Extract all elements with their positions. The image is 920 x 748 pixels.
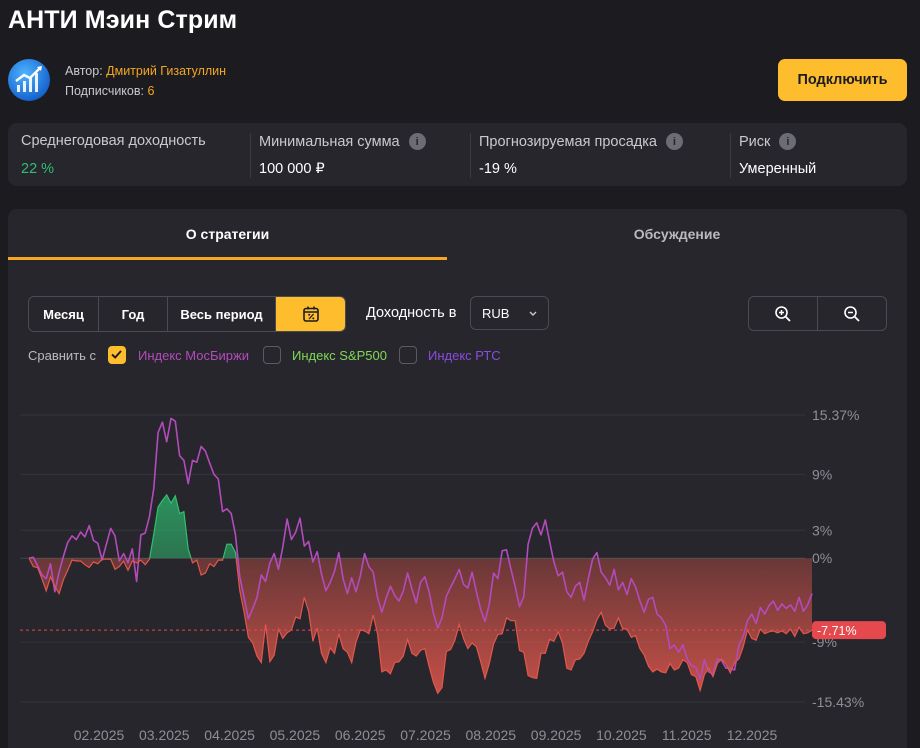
subscribers-label: Подписчиков: (65, 84, 148, 98)
x-tick-label: 06.2025 (335, 727, 386, 743)
compare-sp500-label[interactable]: Индекс S&P500 (292, 348, 387, 363)
stat-label: Прогнозируемая просадка i (479, 133, 683, 150)
zoom-in-button[interactable] (749, 297, 818, 330)
stat-label: Минимальная сумма i (259, 133, 426, 150)
period-all-button[interactable]: Весь период (168, 297, 276, 331)
stats-bar: Среднегодовая доходность 22 % Минимальна… (8, 123, 907, 186)
stat-divider (250, 133, 251, 178)
x-tick-label: 03.2025 (139, 727, 190, 743)
currency-value: RUB (482, 305, 510, 321)
author-label: Автор: (65, 64, 107, 78)
period-month-button[interactable]: Месяц (29, 297, 99, 331)
check-icon (111, 350, 122, 359)
current-value-label: -7.71% (817, 624, 857, 638)
compare-sp500-checkbox[interactable] (263, 346, 281, 364)
yield-currency-label: Доходность в (366, 305, 457, 321)
tab-discussion[interactable]: Обсуждение (447, 209, 907, 259)
compare-moex-checkbox[interactable] (108, 346, 126, 364)
performance-chart[interactable]: 15.37%9%3%0%-9%-15.43%02.2025 03.2025 04.2… (8, 380, 907, 748)
active-tab-indicator (8, 257, 447, 260)
y-tick-label: -15.43% (812, 694, 864, 710)
info-icon[interactable]: i (665, 133, 683, 150)
x-tick-label: 07.2025 (400, 727, 451, 743)
y-tick-label: 3% (812, 522, 832, 538)
period-year-button[interactable]: Год (99, 297, 168, 331)
stat-avg-yield: Среднегодовая доходность 22 % (8, 123, 250, 186)
custom-period-button[interactable] (276, 297, 345, 331)
x-tick-label: 12.2025 (727, 727, 778, 743)
author-line: Автор: Дмитрий Гизатуллин (65, 64, 226, 78)
strategy-panel: О стратегии Обсуждение Месяц Год Весь пе… (8, 209, 907, 748)
currency-select[interactable]: RUB (470, 296, 549, 330)
x-tick-label: 09.2025 (531, 727, 582, 743)
stat-label-text: Риск (739, 133, 771, 150)
x-tick-label: 11.2025 (662, 727, 712, 743)
info-icon[interactable]: i (779, 133, 797, 150)
stat-label: Среднегодовая доходность (21, 133, 206, 149)
x-tick-label: 10.2025 (596, 727, 647, 743)
info-icon[interactable]: i (408, 133, 426, 150)
subscribers-line: Подписчиков: 6 (65, 84, 154, 98)
stat-drawdown: Прогнозируемая просадка i -19 % (470, 123, 730, 186)
strategy-loss-area (29, 558, 812, 694)
stat-value: 100 000 ₽ (259, 161, 325, 177)
growth-chart-icon (15, 66, 42, 92)
stat-label-text: Прогнозируемая просадка (479, 133, 657, 150)
y-tick-label: 0% (812, 550, 832, 566)
compare-moex-label[interactable]: Индекс МосБиржи (138, 348, 249, 363)
tab-about[interactable]: О стратегии (8, 209, 447, 259)
chevron-down-icon (529, 311, 537, 316)
zoom-out-button[interactable] (818, 297, 886, 330)
x-tick-label: 04.2025 (204, 727, 255, 743)
stat-label-text: Среднегодовая доходность (21, 133, 206, 149)
zoom-controls (748, 296, 887, 331)
compare-rts-checkbox[interactable] (399, 346, 417, 364)
author-name-link[interactable]: Дмитрий Гизатуллин (106, 64, 226, 78)
stat-min-sum: Минимальная сумма i 100 000 ₽ (250, 123, 470, 186)
x-tick-label: 08.2025 (465, 727, 516, 743)
connect-button[interactable]: Подключить (778, 59, 907, 101)
y-tick-label: 9% (812, 466, 832, 482)
compare-label: Сравнить с (28, 348, 97, 363)
x-tick-label: 05.2025 (270, 727, 321, 743)
x-tick-label: 02.2025 (74, 727, 125, 743)
zoom-in-icon (775, 305, 791, 322)
stat-label-text: Минимальная сумма (259, 133, 400, 150)
stat-value: -19 % (479, 161, 517, 177)
calendar-percent-icon (302, 306, 319, 322)
period-selector: Месяц Год Весь период (28, 296, 346, 332)
stat-label: Риск i (739, 133, 797, 150)
compare-rts-label[interactable]: Индекс РТС (428, 348, 501, 363)
subscribers-count: 6 (147, 84, 155, 98)
stat-value: Умеренный (739, 161, 817, 177)
stat-value: 22 % (21, 161, 55, 177)
stat-divider (470, 133, 471, 178)
strategy-avatar (8, 59, 50, 101)
stat-divider (730, 133, 731, 178)
stat-risk: Риск i Умеренный (730, 123, 907, 186)
y-tick-label: 15.37% (812, 407, 859, 423)
zoom-out-icon (844, 305, 860, 322)
page-title: АНТИ Мэин Стрим (8, 6, 238, 34)
